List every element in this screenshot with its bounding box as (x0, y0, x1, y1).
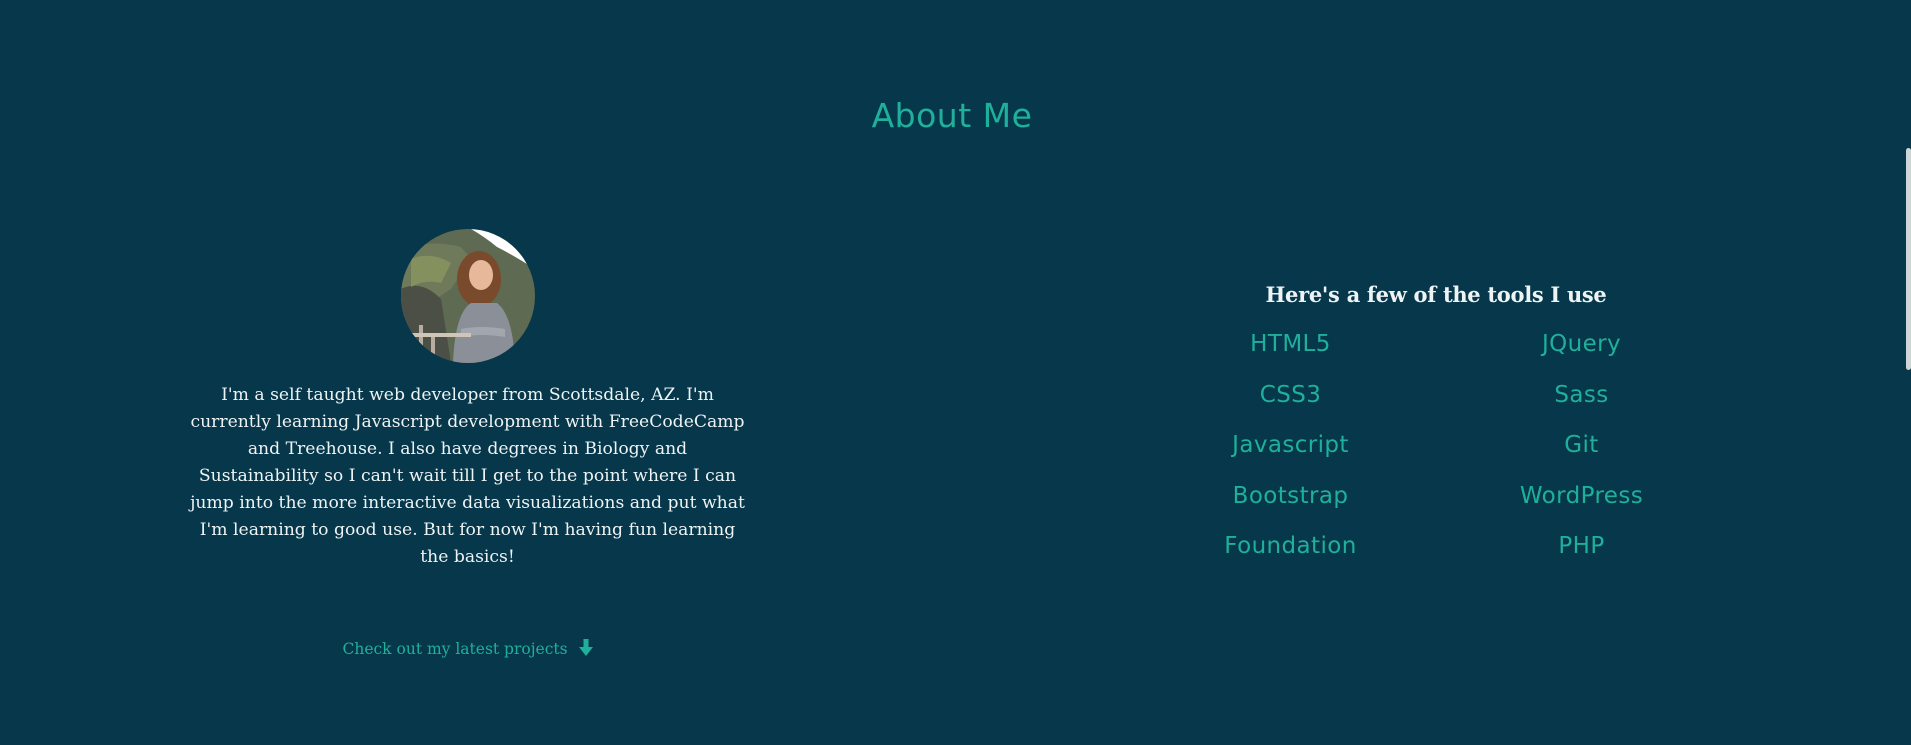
avatar-photo (400, 229, 535, 363)
tools-section: Here's a few of the tools I use HTML5 JQ… (1145, 282, 1727, 582)
tool-sass: Sass (1554, 381, 1609, 408)
tools-heading: Here's a few of the tools I use (1265, 282, 1607, 307)
scrollbar-thumb[interactable] (1906, 148, 1911, 370)
projects-link[interactable]: Check out my latest projects (342, 639, 593, 660)
tool-wordpress: WordPress (1519, 482, 1644, 509)
section-title: About Me (871, 96, 1033, 135)
tool-foundation: Foundation (1224, 533, 1357, 559)
about-left-column: I'm a self taught web developer from Sco… (175, 229, 760, 660)
avatar (400, 229, 535, 363)
tool-jquery: JQuery (1541, 331, 1622, 357)
tool-git: Git (1564, 432, 1599, 458)
tool-php: PHP (1558, 533, 1605, 559)
tool-html5: HTML5 (1250, 331, 1331, 357)
scrollbar-track[interactable] (1904, 0, 1911, 745)
tool-css3: CSS3 (1259, 381, 1322, 408)
arrow-down-icon (578, 639, 593, 660)
bio-text: I'm a self taught web developer from Sco… (190, 385, 745, 567)
tool-javascript: Javascript (1232, 432, 1349, 458)
tools-grid: HTML5 JQuery CSS3 Sass Javascript Git Bo… (1145, 329, 1727, 582)
tool-bootstrap: Bootstrap (1232, 482, 1349, 509)
projects-link-label: Check out my latest projects (342, 640, 568, 658)
